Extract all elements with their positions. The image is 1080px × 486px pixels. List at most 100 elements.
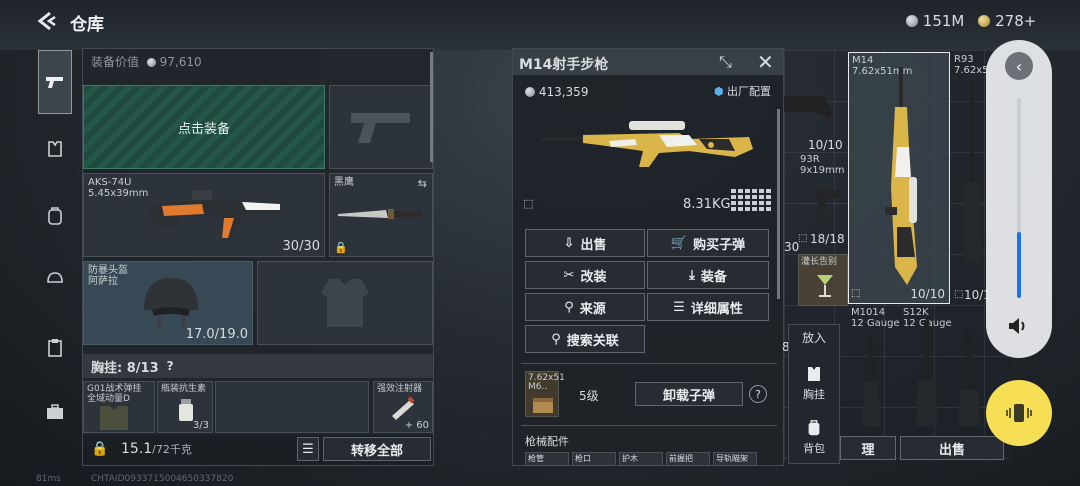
lock-small-icon: ⬚: [851, 288, 861, 299]
vest-icon: [808, 367, 820, 381]
sidebar-tab-backpack[interactable]: [46, 206, 64, 229]
chest-item-name: 瓶装抗生素: [161, 384, 207, 394]
grid-item-drink[interactable]: 灌长告别: [798, 254, 848, 306]
gold-coin-icon: [978, 15, 991, 27]
ammo-help-label: ?: [755, 387, 761, 401]
expand-icon[interactable]: ⬚: [523, 197, 533, 210]
factory-config[interactable]: ⬢ 出厂配置: [714, 83, 771, 99]
vest-icon: [48, 141, 62, 157]
attachment-tab-handguard[interactable]: 护木: [619, 452, 663, 466]
unload-ammo-button[interactable]: 卸载子弹: [635, 382, 743, 406]
silver-coin-icon: [525, 87, 535, 97]
grid-item-name: R93: [954, 54, 974, 65]
chest-item[interactable]: 强效注射器 + 60: [373, 381, 433, 433]
close-icon[interactable]: ✕: [757, 50, 774, 74]
equip-label: 装备: [700, 269, 727, 285]
sidebar-tab-briefcase[interactable]: [46, 404, 64, 423]
equipment-scrollbar[interactable]: [430, 52, 433, 162]
grid-item-count: 18/18: [810, 232, 845, 246]
detail-scrollbar[interactable]: [777, 109, 780, 299]
list-icon: ☰: [673, 299, 685, 315]
collapse-icon[interactable]: ⤡: [719, 52, 732, 72]
chest-target-label: 胸挂: [803, 388, 825, 401]
attachment-tab-label: 枪口: [575, 454, 591, 463]
chest-item[interactable]: 瓶装抗生素 3/3: [157, 381, 213, 433]
grid-item-93r[interactable]: 93R 9x19mm ⬚ 18/18: [798, 152, 848, 248]
weapon-name: AKS-74U: [88, 177, 132, 188]
organize-button[interactable]: 理: [840, 436, 896, 460]
search-icon: ⚲: [564, 299, 574, 315]
sidebar-tab-vest[interactable]: [46, 140, 64, 161]
backpack-icon: [808, 420, 820, 436]
attachment-tab-rail[interactable]: 导轨瞄架: [713, 452, 757, 466]
uid-readout: CHTAID0933715004650337820: [90, 474, 234, 484]
attachment-tab-muzzle[interactable]: 枪口: [572, 452, 616, 466]
briefcase-icon: [47, 404, 63, 419]
modify-button[interactable]: ✂ 改装: [525, 261, 645, 289]
backpack-target-label: 背包: [803, 442, 825, 455]
sidebar-tab-helmet[interactable]: [46, 270, 64, 291]
transfer-all-button[interactable]: 转移全部: [323, 437, 431, 461]
backpack-target-button[interactable]: 背包: [789, 419, 839, 456]
attachment-tab-barrel[interactable]: 枪管: [525, 452, 569, 466]
search-related-button[interactable]: ⚲ 搜索关联: [525, 325, 645, 353]
help-icon[interactable]: ?: [167, 359, 174, 373]
volume-speaker-icon[interactable]: [1007, 316, 1031, 339]
pistol-slot[interactable]: [329, 85, 433, 169]
attachment-tabs: 枪管 枪口 护木 前握把 导轨瞄架: [525, 452, 757, 466]
grid-item-name: S12K: [903, 307, 929, 318]
sell-button[interactable]: ⇩ 出售: [525, 229, 645, 257]
helmet-slot[interactable]: 防暴头盔 阿萨拉 17.0/19.0: [83, 261, 253, 345]
gold-currency[interactable]: 278+: [978, 12, 1036, 30]
attachment-tab-foregrip[interactable]: 前握把: [666, 452, 710, 466]
pistol-silhouette-icon: [351, 113, 410, 143]
grid-item-m14[interactable]: M14 7.62x51mm ⬚ 10/10: [848, 52, 950, 304]
details-button[interactable]: ☰ 详细属性: [647, 293, 769, 321]
primary-weapon-slot-empty[interactable]: 点击装备: [83, 85, 325, 169]
equipment-value-amount: 97,610: [159, 55, 202, 69]
equip-button[interactable]: ⤓ 装备: [647, 261, 769, 289]
volume-slider-track[interactable]: [1017, 98, 1021, 298]
grid-item-m1014[interactable]: M1014 12 Gauge: [848, 306, 900, 430]
swap-icon[interactable]: ⇆: [418, 177, 427, 190]
detail-weight: 8.31KG: [683, 197, 731, 212]
primary-weapon-slot[interactable]: AKS-74U 5.45x39mm 30/30: [83, 173, 325, 257]
chest-item[interactable]: G01战术弹挂 全域动量D: [83, 381, 155, 433]
unload-ammo-label: 卸载子弹: [662, 388, 715, 404]
chest-target-button[interactable]: 胸挂: [789, 365, 839, 402]
gold-amount: 278+: [995, 12, 1037, 30]
factory-icon: ⬢: [713, 85, 724, 98]
cocktail-image: [817, 275, 833, 297]
vibrate-mode-button[interactable]: [986, 380, 1052, 446]
grid-item-name: M1014: [851, 307, 886, 318]
put-in-label: 放入: [801, 331, 826, 345]
buy-ammo-button[interactable]: 🛒 购买子弹: [647, 229, 769, 257]
sniper-rifle-image: [964, 82, 982, 262]
grid-size-icon: [731, 187, 771, 211]
syringe-image: [392, 396, 415, 420]
sidebar-tab-weapons[interactable]: [38, 50, 72, 114]
melee-slot[interactable]: 黑鹰 ⇆ 🔒: [329, 173, 433, 257]
sell-bottom-label: 出售: [938, 442, 965, 458]
armor-slot[interactable]: [257, 261, 433, 345]
ammo-slot[interactable]: 7.62x51 M6..: [525, 371, 565, 417]
equipment-value-label: 装备价值: [91, 55, 140, 69]
ammo-sub: M6..: [528, 382, 548, 392]
ammo-level: 5级: [579, 389, 599, 403]
chest-item-empty[interactable]: [215, 381, 369, 433]
grid-item-caliber: 7.62x5: [954, 65, 989, 76]
ammo-help-icon[interactable]: ?: [749, 385, 767, 403]
equip-prompt: 点击装备: [177, 121, 230, 137]
volume-expand-button[interactable]: ‹: [1005, 52, 1033, 80]
header: 仓库: [36, 10, 104, 35]
sidebar: [36, 48, 74, 443]
volume-slider-fill: [1017, 232, 1021, 298]
lock-small-icon: ⬚: [798, 233, 808, 244]
source-button[interactable]: ⚲ 来源: [525, 293, 645, 321]
detail-header: M14射手步枪 ⤡ ✕: [513, 49, 783, 75]
sell-button-bottom[interactable]: 出售: [900, 436, 1004, 460]
lock-icon: 🔒: [334, 241, 348, 254]
sidebar-tab-clipboard[interactable]: [46, 338, 64, 361]
list-view-button[interactable]: ☰: [297, 437, 319, 461]
back-arrow-icon[interactable]: [36, 11, 58, 34]
